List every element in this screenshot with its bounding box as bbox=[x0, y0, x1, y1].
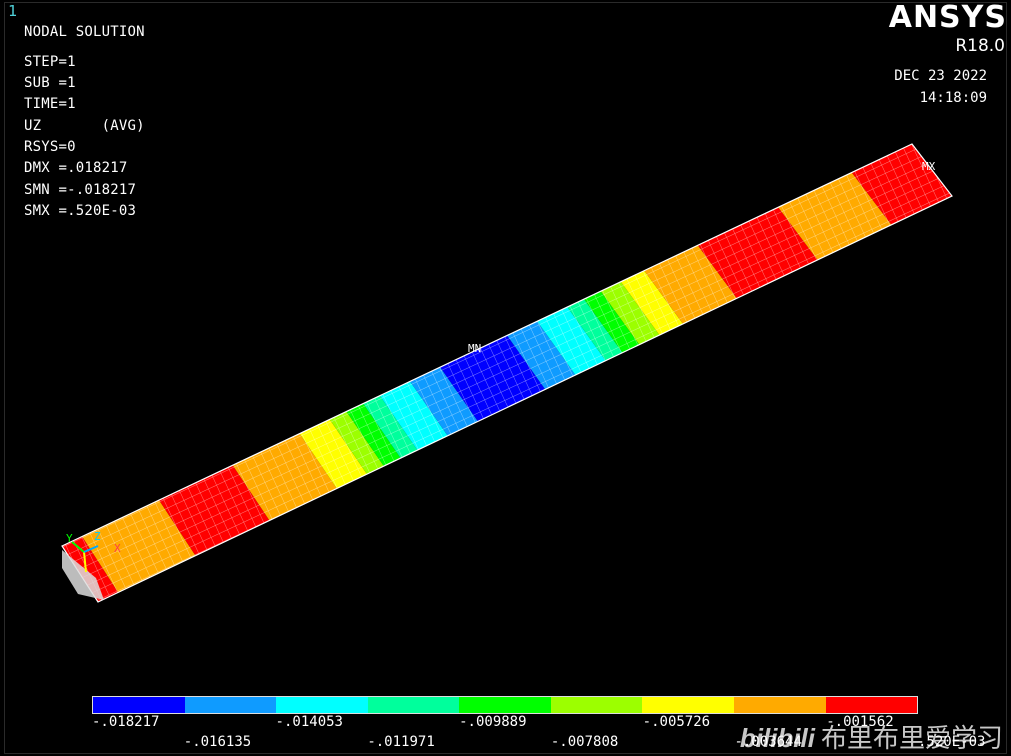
graphics-window[interactable]: 1 NODAL SOLUTION STEP=1 SUB =1 TIME=1 UZ… bbox=[0, 0, 1011, 756]
legend-swatch bbox=[276, 697, 368, 713]
watermark: bilibili 布里布里爱学习 bbox=[740, 718, 1003, 755]
legend-swatch bbox=[642, 697, 734, 713]
x-axis-label: X bbox=[114, 542, 121, 555]
legend-label: -.009889 bbox=[459, 714, 527, 730]
y-axis-label: Y bbox=[66, 532, 73, 545]
legend-label: -.011971 bbox=[367, 734, 435, 750]
legend-label: -.005726 bbox=[642, 714, 711, 730]
legend-swatch bbox=[733, 697, 826, 713]
watermark-text: 布里布里爱学习 bbox=[820, 724, 1003, 754]
legend-swatch bbox=[93, 697, 185, 713]
contour-legend bbox=[92, 696, 918, 714]
max-marker: MX bbox=[922, 160, 936, 173]
legend-label: -.014053 bbox=[275, 714, 343, 730]
legend-label: -.016135 bbox=[183, 734, 252, 750]
legend-label: -.007808 bbox=[550, 734, 619, 750]
bilibili-logo: bilibili bbox=[739, 723, 815, 753]
beam-mesh bbox=[62, 144, 952, 602]
legend-swatch bbox=[550, 697, 643, 713]
legend-swatch bbox=[184, 697, 277, 713]
legend-swatch bbox=[367, 697, 460, 713]
model-view[interactable]: Y Z X MX MN bbox=[0, 0, 1011, 756]
legend-label: -.018217 bbox=[92, 714, 160, 730]
legend-swatch bbox=[825, 697, 918, 713]
z-axis-label: Z bbox=[94, 530, 101, 543]
min-marker: MN bbox=[468, 342, 481, 355]
legend-swatch bbox=[459, 697, 551, 713]
